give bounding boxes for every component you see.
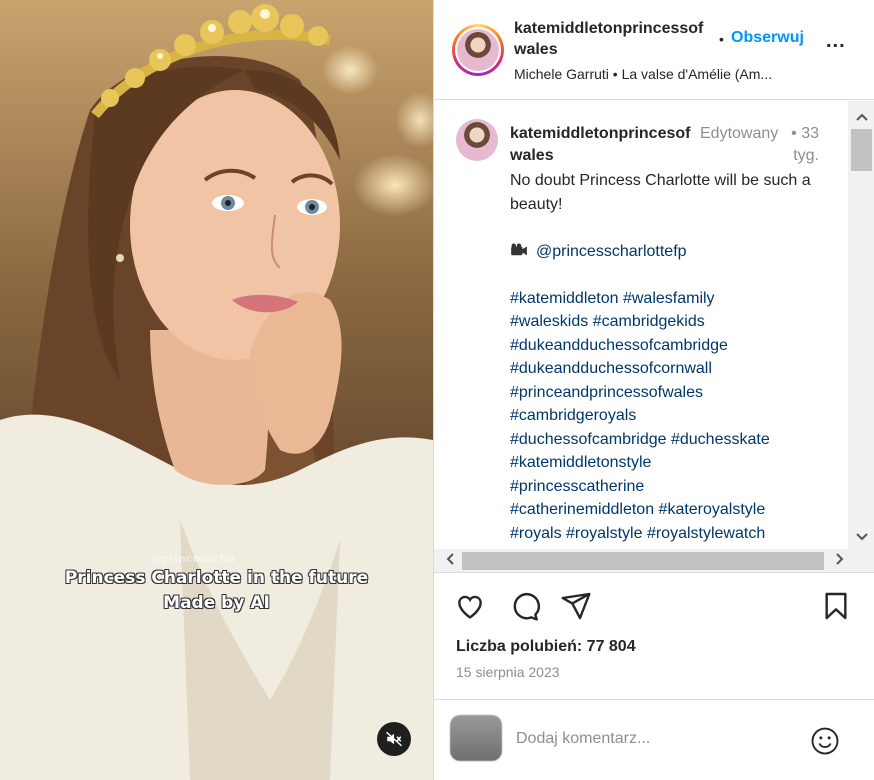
caption-avatar[interactable] <box>456 119 498 161</box>
scroll-down-button[interactable] <box>848 525 874 549</box>
hashtag-line[interactable]: #katemiddletonstyle <box>510 451 840 475</box>
mute-button[interactable] <box>377 722 411 756</box>
hashtag-line[interactable]: #princeandprincessofwales <box>510 381 840 405</box>
vertical-scrollbar[interactable] <box>848 101 874 549</box>
horizontal-scrollbar[interactable] <box>434 549 874 573</box>
chevron-right-icon <box>836 553 844 565</box>
video-camera-icon <box>511 242 527 255</box>
hashtag-line[interactable]: #royals #royalstyle #royalstylewatch <box>510 522 840 546</box>
hashtag-line[interactable]: #princesscatherine <box>510 475 840 499</box>
save-button[interactable] <box>820 590 852 622</box>
hashtag-line[interactable]: #duchessofcambridge #duchesskate <box>510 428 840 452</box>
chevron-up-icon <box>855 113 868 121</box>
post-header: katemiddletonprincessofwales • Obserwuj … <box>434 0 874 100</box>
media-overlay-line-2: Made by AI <box>163 593 270 613</box>
speaker-muted-icon <box>385 731 403 747</box>
comment-button[interactable] <box>508 590 540 622</box>
horizontal-scroll-thumb[interactable] <box>462 552 824 570</box>
follow-separator: • <box>719 31 724 47</box>
current-user-avatar <box>450 715 502 761</box>
likes-count[interactable]: Liczba polubień: 77 804 <box>456 638 636 656</box>
caption-username[interactable]: katemiddletonprincesofwales <box>510 123 696 167</box>
hashtag-line[interactable]: #katemiddleton #walesfamily <box>510 287 840 311</box>
bookmark-icon <box>825 592 847 620</box>
media-overlay-line-1: Princess Charlotte in the future <box>64 568 369 588</box>
comment-input[interactable] <box>516 730 796 748</box>
hashtag-line[interactable]: #waleskids #cambridgekids <box>510 310 840 334</box>
media-watermark: @princesscha <box>150 552 235 565</box>
post-actions <box>434 590 874 626</box>
hashtag-line[interactable]: #catherinemiddleton #kateroyalstyle <box>510 498 840 522</box>
ai-portrait-image <box>0 4 433 780</box>
scroll-up-button[interactable] <box>848 105 874 129</box>
more-options-button[interactable]: ... <box>826 30 846 53</box>
like-button[interactable] <box>454 590 486 622</box>
send-icon <box>561 592 591 620</box>
music-info[interactable]: Michele Garruti • La valse d'Amélie (Am.… <box>514 66 814 82</box>
hashtag-line[interactable]: #dukeandduchessofcambridge <box>510 334 840 358</box>
hashtag-line[interactable]: #dukeandduchessofcornwall <box>510 357 840 381</box>
post-sidebar: katemiddletonprincessofwales • Obserwuj … <box>433 0 874 780</box>
caption-timestamp[interactable]: • 33 tyg. <box>769 123 819 167</box>
follow-button[interactable]: Obserwuj <box>731 29 804 47</box>
share-button[interactable] <box>560 590 592 622</box>
caption-area: katemiddletonprincesofwales Edytowany • … <box>434 101 874 573</box>
caption-mention-link[interactable]: @princesscharlottefp <box>536 243 687 260</box>
post-media[interactable]: @princesscha Princess Charlotte in the f… <box>0 0 433 780</box>
add-comment-bar <box>434 699 874 780</box>
header-avatar[interactable] <box>452 24 504 76</box>
caption-text: No doubt Princess Charlotte will be such… <box>510 172 811 213</box>
scroll-left-button[interactable] <box>438 549 462 573</box>
comment-icon <box>513 593 540 621</box>
heart-icon <box>458 595 482 619</box>
post-date: 15 sierpnia 2023 <box>456 664 560 680</box>
header-username[interactable]: katemiddletonprincessofwales <box>514 18 714 60</box>
hashtag-line[interactable]: #cambridgeroyals <box>510 404 840 428</box>
caption-body: No doubt Princess Charlotte will be such… <box>510 169 840 545</box>
chevron-left-icon <box>446 553 454 565</box>
smiley-icon[interactable] <box>810 726 840 756</box>
vertical-scroll-thumb[interactable] <box>851 129 872 171</box>
chevron-down-icon <box>855 533 868 541</box>
scroll-right-button[interactable] <box>828 549 852 573</box>
caption-edited-label: Edytowany <box>700 125 779 142</box>
